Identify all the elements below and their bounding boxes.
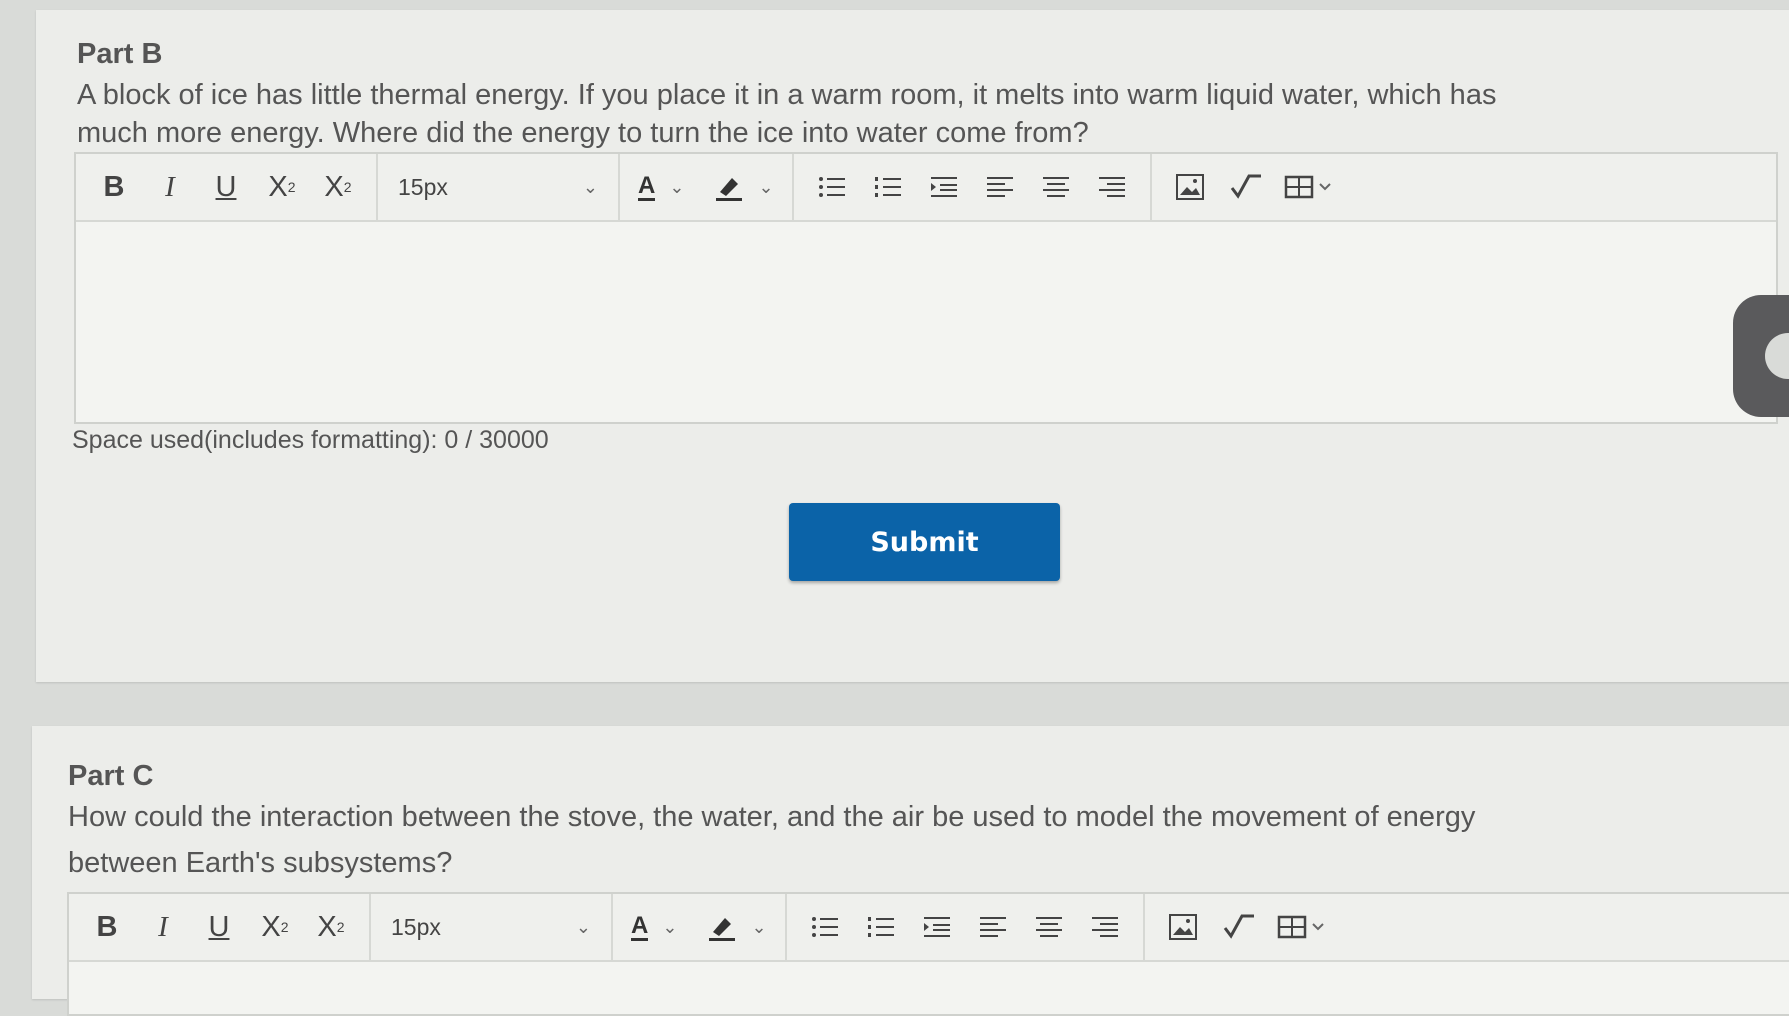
font-size-value: 15px: [398, 173, 448, 200]
align-center-icon[interactable]: [1021, 902, 1077, 952]
table-icon[interactable]: [1274, 162, 1344, 212]
format-group: B I U X2 X2: [76, 154, 378, 220]
align-left-icon[interactable]: [965, 902, 1021, 952]
bullet-list-icon[interactable]: [804, 162, 860, 212]
subscript-button[interactable]: X2: [310, 162, 366, 212]
subscript-mark: 2: [336, 919, 345, 935]
color-group: A ⌄ ⌄: [620, 154, 794, 220]
font-color-button[interactable]: A ⌄: [623, 902, 685, 952]
font-color-label: A: [631, 911, 649, 941]
highlight-color-button[interactable]: ⌄: [699, 902, 774, 952]
math-formula-icon[interactable]: [1211, 902, 1267, 952]
chevron-down-icon: ⌄: [751, 916, 767, 937]
math-formula-icon[interactable]: [1218, 162, 1274, 212]
color-group: A ⌄ ⌄: [613, 894, 787, 960]
highlighter-icon: [716, 178, 743, 201]
part-b-answer-textarea[interactable]: [76, 222, 1776, 422]
part-b-space-counter: Space used(includes formatting): 0 / 300…: [72, 426, 549, 454]
image-icon[interactable]: [1162, 162, 1218, 212]
insert-group: [1152, 154, 1354, 220]
subscript-button[interactable]: X2: [303, 902, 359, 952]
align-center-icon[interactable]: [1028, 162, 1084, 212]
part-c-editor-toolbar: B I U X2 X2 15px ⌄ A ⌄ ⌄: [69, 894, 1789, 962]
part-b-question-line1: A block of ice has little thermal energy…: [77, 79, 1497, 111]
bullet-list-icon[interactable]: [797, 902, 853, 952]
italic-button[interactable]: I: [135, 902, 191, 952]
part-c-answer-textarea[interactable]: [69, 962, 1789, 1014]
part-c-question-line2: between Earth's subsystems?: [68, 847, 453, 879]
superscript-label: X: [268, 170, 288, 203]
numbered-list-icon[interactable]: [853, 902, 909, 952]
highlighter-icon: [709, 918, 736, 941]
font-size-select[interactable]: 15px ⌄: [371, 894, 613, 960]
superscript-label: X: [261, 910, 281, 943]
image-icon[interactable]: [1155, 902, 1211, 952]
subscript-label: X: [324, 170, 344, 203]
table-icon[interactable]: [1267, 902, 1337, 952]
indent-icon[interactable]: [909, 902, 965, 952]
format-group: B I U X2 X2: [69, 894, 371, 960]
bold-button[interactable]: B: [79, 902, 135, 952]
subscript-label: X: [317, 910, 337, 943]
superscript-button[interactable]: X2: [247, 902, 303, 952]
chevron-down-icon: ⌄: [662, 916, 678, 937]
align-right-icon[interactable]: [1084, 162, 1140, 212]
part-c-panel: Part C How could the interaction between…: [32, 726, 1789, 1016]
paragraph-group: [787, 894, 1145, 960]
superscript-mark: 2: [280, 919, 289, 935]
highlight-color-button[interactable]: ⌄: [706, 162, 781, 212]
superscript-mark: 2: [287, 179, 296, 195]
chevron-down-icon: ⌄: [575, 916, 591, 937]
underline-button[interactable]: U: [191, 902, 247, 952]
align-left-icon[interactable]: [972, 162, 1028, 212]
indent-icon[interactable]: [916, 162, 972, 212]
side-drawer-tab[interactable]: [1733, 295, 1789, 417]
paragraph-group: [794, 154, 1152, 220]
font-size-select[interactable]: 15px ⌄: [378, 154, 620, 220]
font-color-button[interactable]: A ⌄: [630, 162, 692, 212]
part-b-panel: Part B A block of ice has little thermal…: [36, 10, 1789, 682]
font-size-value: 15px: [391, 913, 441, 940]
superscript-button[interactable]: X2: [254, 162, 310, 212]
part-c-question-line1: How could the interaction between the st…: [68, 801, 1476, 833]
part-b-question-line2: much more energy. Where did the energy t…: [77, 117, 1089, 149]
subscript-mark: 2: [343, 179, 352, 195]
bold-button[interactable]: B: [86, 162, 142, 212]
font-color-label: A: [638, 171, 656, 201]
italic-button[interactable]: I: [142, 162, 198, 212]
part-b-editor-toolbar: B I U X2 X2 15px ⌄ A ⌄ ⌄: [76, 154, 1776, 222]
numbered-list-icon[interactable]: [860, 162, 916, 212]
part-b-title: Part B: [77, 38, 163, 70]
part-c-answer-editor: B I U X2 X2 15px ⌄ A ⌄ ⌄: [67, 892, 1789, 1016]
part-c-title: Part C: [68, 760, 154, 792]
chevron-down-icon: ⌄: [582, 176, 598, 197]
align-right-icon[interactable]: [1077, 902, 1133, 952]
chevron-down-icon: ⌄: [669, 176, 685, 197]
part-b-answer-editor: B I U X2 X2 15px ⌄ A ⌄ ⌄: [74, 152, 1778, 424]
submit-button[interactable]: Submit: [789, 503, 1060, 581]
chevron-down-icon: ⌄: [758, 176, 774, 197]
underline-button[interactable]: U: [198, 162, 254, 212]
insert-group: [1145, 894, 1347, 960]
